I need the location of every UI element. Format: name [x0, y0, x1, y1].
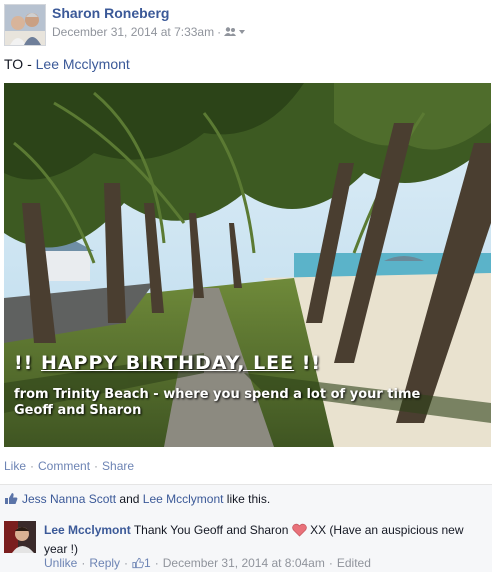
- comment-author-link[interactable]: Lee Mcclymont: [44, 523, 131, 537]
- likes-and: and: [116, 492, 143, 506]
- liker-link[interactable]: Lee Mcclymont: [143, 492, 224, 506]
- post-timestamp[interactable]: December 31, 2014 at 7:33am: [52, 25, 214, 39]
- liker-link[interactable]: Jess Nanna Scott: [22, 492, 116, 506]
- meta-separator: ·: [124, 556, 129, 570]
- photo-caption-line2: from Trinity Beach - where you spend a l…: [14, 387, 421, 402]
- caption-suffix: !!: [294, 352, 322, 374]
- post-text: TO - Lee Mcclymont: [4, 56, 130, 72]
- action-separator: ·: [94, 459, 99, 473]
- tagged-user-link[interactable]: Lee Mcclymont: [36, 56, 130, 72]
- meta-separator: ·: [328, 556, 333, 570]
- photo-caption-line3: Geoff and Sharon: [14, 403, 142, 418]
- comment-like-count[interactable]: 1: [144, 556, 151, 570]
- post-meta: December 31, 2014 at 7:33am ·: [52, 25, 246, 40]
- friends-icon[interactable]: [224, 26, 246, 40]
- meta-separator: ·: [81, 556, 86, 570]
- comment-like-icon[interactable]: [132, 557, 144, 572]
- like-button[interactable]: Like: [4, 459, 26, 473]
- post-photo[interactable]: !! HAPPY BIRTHDAY, LEE !! from Trinity B…: [4, 83, 491, 447]
- likes-text: Jess Nanna Scott and Lee Mcclymont like …: [22, 492, 270, 506]
- comment-button[interactable]: Comment: [38, 459, 90, 473]
- likes-suffix: like this.: [223, 492, 271, 506]
- commenter-avatar[interactable]: [4, 521, 36, 553]
- comment-timestamp[interactable]: December 31, 2014 at 8:04am: [163, 556, 325, 570]
- unlike-button[interactable]: Unlike: [44, 556, 77, 570]
- reply-button[interactable]: Reply: [89, 556, 120, 570]
- post-text-prefix: TO -: [4, 56, 36, 72]
- heart-emoticon-icon: [291, 523, 307, 541]
- post-author-name[interactable]: Sharon Roneberg: [52, 5, 169, 21]
- author-avatar[interactable]: [4, 4, 46, 46]
- action-separator: ·: [30, 459, 35, 473]
- caption-headline-text: HAPPY BIRTHDAY, LEE: [40, 352, 295, 374]
- meta-separator: ·: [154, 556, 159, 570]
- caption-prefix: !!: [14, 352, 41, 374]
- share-button[interactable]: Share: [102, 459, 134, 473]
- comment: Lee Mcclymont Thank You Geoff and Sharon…: [0, 513, 492, 572]
- comment-meta: Unlike · Reply · 1 · December 31, 2014 at 8:04…: [44, 556, 371, 572]
- edited-label[interactable]: Edited: [337, 556, 371, 570]
- thumbs-up-icon: [4, 492, 18, 508]
- post-actions: Like · Comment · Share: [4, 459, 134, 473]
- comment-body: Lee Mcclymont Thank You Geoff and Sharon…: [44, 522, 484, 557]
- facebook-post: Sharon Roneberg December 31, 2014 at 7:3…: [0, 0, 492, 572]
- likes-summary: Jess Nanna Scott and Lee Mcclymont like …: [0, 484, 492, 514]
- comment-text: Thank You Geoff and Sharon: [130, 523, 292, 537]
- photo-caption-headline: !! HAPPY BIRTHDAY, LEE !!: [14, 352, 321, 374]
